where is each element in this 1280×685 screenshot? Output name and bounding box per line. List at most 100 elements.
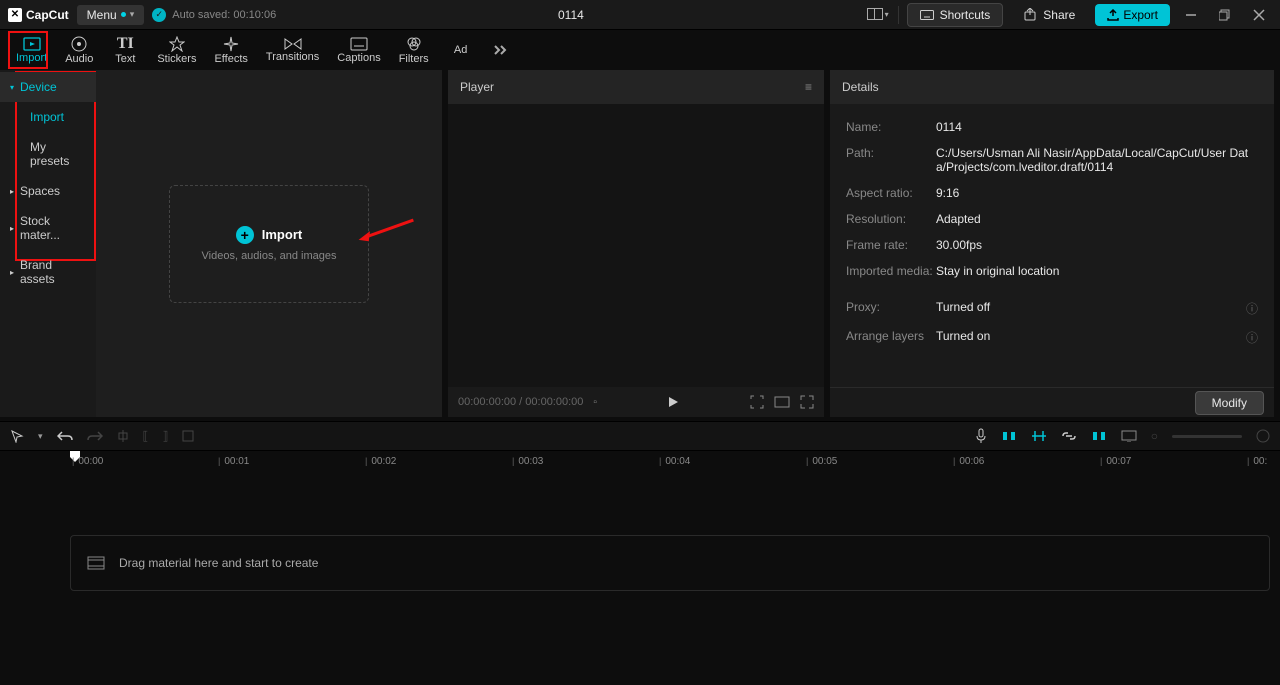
tab-effects[interactable]: Effects [206, 33, 255, 68]
detail-value-resolution: Adapted [936, 212, 1258, 226]
menu-button[interactable]: Menu ▾ [77, 5, 145, 25]
info-icon[interactable]: ⓘ [1246, 300, 1258, 317]
detail-value-name: 0114 [936, 120, 1258, 134]
detail-label-imported: Imported media: [846, 264, 936, 278]
sidebar-item-stock[interactable]: ▸Stock mater... [0, 206, 96, 250]
detail-label-proxy: Proxy: [846, 300, 936, 317]
delete-button[interactable] [182, 430, 194, 442]
sidebar-item-spaces[interactable]: ▸Spaces [0, 176, 96, 206]
ruler-mark: 00:02 [365, 456, 396, 467]
media-sidebar: ▾Device Import My presets ▸Spaces ▸Stock… [0, 70, 96, 417]
magnet-button[interactable] [1001, 430, 1017, 442]
tab-filters[interactable]: Filters [391, 33, 437, 68]
tab-import[interactable]: Import [8, 34, 55, 67]
player-panel: Player ≡ 00:00:00:00 / 00:00:00:00 ▫ [448, 70, 824, 417]
detail-value-arrange: Turned on [936, 329, 1246, 346]
detail-value-imported: Stay in original location [936, 264, 1258, 278]
details-panel: Details Name:0114 Path:C:/Users/Usman Al… [830, 70, 1274, 417]
details-header: Details [830, 70, 1274, 104]
timeline-body[interactable]: Drag material here and start to create [0, 475, 1280, 682]
link-button[interactable] [1061, 431, 1077, 441]
modify-button[interactable]: Modify [1195, 391, 1264, 415]
ruler-mark: 00:06 [953, 456, 984, 467]
select-tool[interactable] [10, 429, 24, 443]
track-hint: Drag material here and start to create [119, 556, 318, 570]
undo-button[interactable] [57, 429, 73, 443]
detail-value-path: C:/Users/Usman Ali Nasir/AppData/Local/C… [936, 146, 1258, 174]
import-dropzone[interactable]: + Import Videos, audios, and images [169, 185, 369, 303]
player-header: Player ≡ [448, 70, 824, 104]
tab-transitions[interactable]: Transitions [258, 35, 327, 66]
ruler-mark: 00:00 [72, 456, 103, 467]
text-icon: TI [117, 36, 134, 52]
select-mode-chevron[interactable]: ▾ [38, 431, 43, 442]
share-button[interactable]: Share [1011, 4, 1087, 26]
info-icon[interactable]: ⓘ [1246, 329, 1258, 346]
play-button[interactable] [667, 396, 679, 408]
snap-button[interactable] [1031, 429, 1047, 443]
quality-icon[interactable]: ▫ [593, 397, 597, 408]
keyboard-icon [920, 10, 934, 20]
tabs-more-icon[interactable] [489, 40, 513, 60]
tab-stickers[interactable]: Stickers [149, 33, 204, 68]
shortcuts-button[interactable]: Shortcuts [907, 3, 1004, 27]
zoom-out-button[interactable]: ○ [1151, 429, 1158, 443]
check-icon: ✓ [152, 8, 166, 22]
split-button[interactable] [117, 429, 129, 443]
minimize-button[interactable] [1178, 2, 1204, 28]
annotation-arrow [355, 215, 417, 243]
ruler-mark: 00:07 [1100, 456, 1131, 467]
sidebar-item-device[interactable]: ▾Device [0, 72, 96, 102]
details-body: Name:0114 Path:C:/Users/Usman Ali Nasir/… [830, 104, 1274, 387]
fullscreen-icon[interactable] [800, 395, 814, 409]
trim-left-button[interactable]: ⟦ [143, 429, 149, 443]
ratio-icon[interactable] [774, 396, 790, 408]
detail-value-aspect: 9:16 [936, 186, 1258, 200]
chevron-right-icon: ▸ [10, 224, 14, 233]
detail-label-resolution: Resolution: [846, 212, 936, 226]
titlebar-right: ▾ Shortcuts Share Export [866, 2, 1272, 28]
layout-icon[interactable]: ▾ [866, 3, 890, 27]
export-icon [1107, 9, 1119, 21]
project-title: 0114 [284, 8, 857, 22]
zoom-fit-button[interactable] [1256, 429, 1270, 443]
detail-label-arrange: Arrange layers [846, 329, 936, 346]
ruler-mark: 00:03 [512, 456, 543, 467]
timeline-toolbar: ▾ ⟦ ⟧ ○ [0, 421, 1280, 451]
sidebar-item-mypresets[interactable]: My presets [0, 132, 96, 176]
ruler-mark: 00:05 [806, 456, 837, 467]
detail-value-framerate: 30.00fps [936, 238, 1258, 252]
mic-button[interactable] [975, 428, 987, 444]
player-menu-icon[interactable]: ≡ [805, 80, 812, 94]
scan-icon[interactable] [750, 395, 764, 409]
sidebar-item-brand[interactable]: ▸Brand assets [0, 250, 96, 294]
zoom-slider[interactable] [1172, 435, 1242, 438]
transitions-icon [284, 38, 302, 50]
export-button[interactable]: Export [1095, 4, 1170, 26]
ruler-mark: 00:01 [218, 456, 249, 467]
redo-button[interactable] [87, 429, 103, 443]
timeline-track-drop[interactable]: Drag material here and start to create [70, 535, 1270, 591]
maximize-button[interactable] [1212, 2, 1238, 28]
tab-text[interactable]: TI Text [103, 33, 147, 68]
ruler-mark: 00: [1247, 456, 1267, 467]
player-controls: 00:00:00:00 / 00:00:00:00 ▫ [448, 387, 824, 417]
filters-icon [406, 36, 422, 52]
autosave-status: ✓ Auto saved: 00:10:06 [152, 8, 276, 22]
audio-icon [71, 36, 87, 52]
ruler-mark: 00:04 [659, 456, 690, 467]
sidebar-item-import[interactable]: Import [0, 102, 96, 132]
tab-captions[interactable]: Captions [329, 34, 388, 67]
close-button[interactable] [1246, 2, 1272, 28]
trim-right-button[interactable]: ⟧ [162, 429, 168, 443]
app-name: CapCut [26, 8, 69, 22]
device-icon[interactable] [1121, 430, 1137, 442]
detail-label-aspect: Aspect ratio: [846, 186, 936, 200]
player-viewport [448, 104, 824, 387]
import-subtitle: Videos, audios, and images [202, 250, 337, 262]
top-tabs: Import Audio TI Text Stickers Effects Tr… [0, 30, 1280, 70]
tab-audio[interactable]: Audio [57, 33, 101, 68]
timeline-ruler[interactable]: 00:00 00:01 00:02 00:03 00:04 00:05 00:0… [0, 451, 1280, 475]
preview-button[interactable] [1091, 430, 1107, 442]
tab-ad[interactable]: Ad [439, 41, 483, 59]
